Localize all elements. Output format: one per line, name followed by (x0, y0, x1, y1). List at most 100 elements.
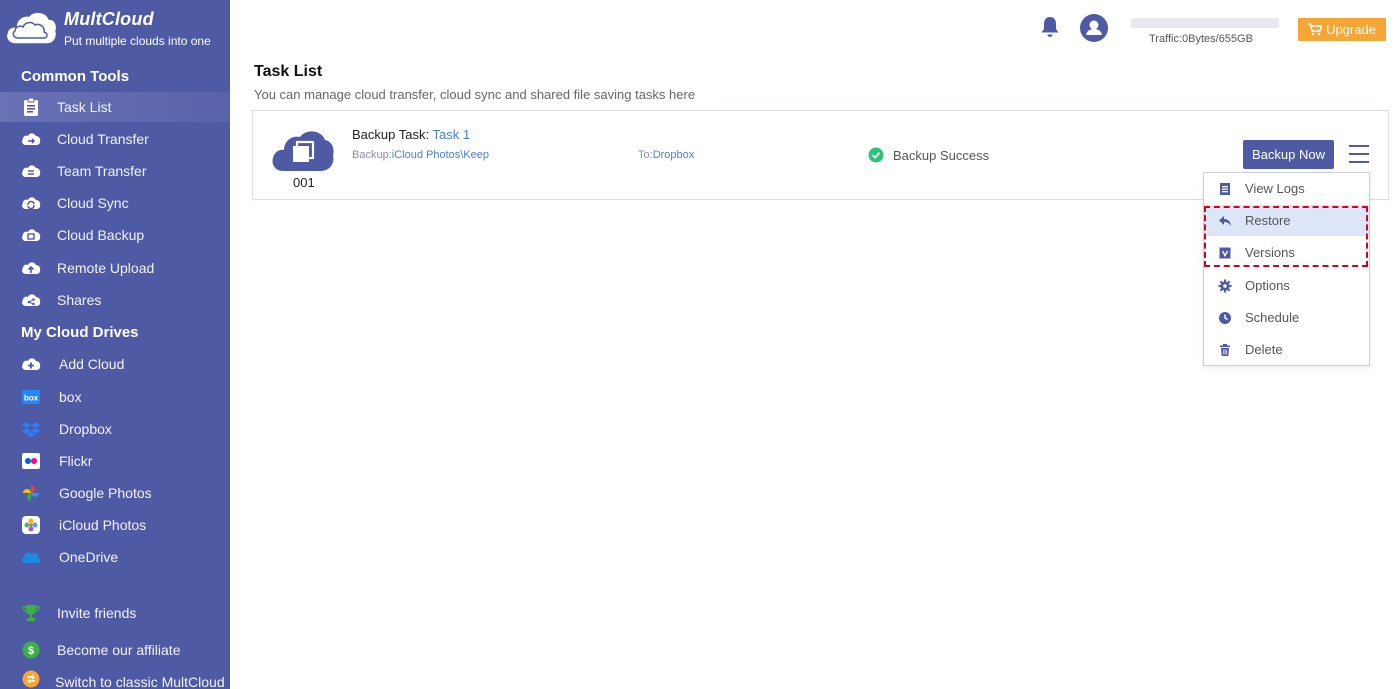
team-transfer-icon (21, 162, 41, 180)
trophy-icon (21, 604, 41, 622)
user-icon (1086, 20, 1102, 35)
dollar-coin-icon: $ (21, 641, 41, 659)
task-source-link[interactable]: iCloud Photos\Keep (392, 149, 489, 161)
task-actions-menu: View Logs Restore Versions Options Sched… (1203, 172, 1370, 366)
sidebar-item-label: Dropbox (59, 421, 112, 437)
flickr-logo-icon (21, 452, 41, 470)
versions-icon (1219, 247, 1231, 259)
bell-icon[interactable] (1040, 16, 1060, 38)
sidebar-item-label: Cloud Backup (57, 227, 145, 243)
reply-icon (1219, 216, 1231, 226)
sidebar: MultCloud Put multiple clouds into one C… (0, 0, 230, 689)
menu-item-versions[interactable]: Versions (1204, 237, 1369, 268)
backup-task-cloud-icon (272, 131, 334, 171)
task-dest-link[interactable]: Dropbox (653, 149, 695, 161)
backup-now-button[interactable]: Backup Now (1243, 140, 1334, 169)
sidebar-item-box[interactable]: box box (0, 382, 230, 412)
task-source: Backup:iCloud Photos\Keep (352, 149, 489, 161)
sidebar-item-flickr[interactable]: Flickr (0, 446, 230, 476)
menu-item-label: Schedule (1245, 310, 1300, 325)
brand[interactable]: MultCloud Put multiple clouds into one (0, 0, 230, 60)
sidebar-item-label: iCloud Photos (59, 517, 147, 533)
sidebar-item-label: OneDrive (59, 549, 119, 565)
sidebar-item-affiliate[interactable]: $ Become our affiliate (0, 635, 230, 665)
sidebar-item-label: Task List (57, 99, 112, 115)
menu-item-options[interactable]: Options (1204, 270, 1369, 301)
sidebar-item-cloud-transfer[interactable]: Cloud Transfer (0, 124, 230, 154)
sidebar-item-dropbox[interactable]: Dropbox (0, 414, 230, 444)
sidebar-item-shares[interactable]: Shares (0, 285, 230, 315)
menu-item-delete[interactable]: Delete (1204, 334, 1369, 365)
sidebar-item-label: Invite friends (57, 605, 137, 621)
svg-text:box: box (24, 394, 39, 403)
sidebar-item-onedrive[interactable]: OneDrive (0, 542, 230, 572)
task-number: 001 (293, 175, 315, 190)
menu-item-label: Versions (1245, 245, 1295, 260)
onedrive-logo-icon (21, 548, 41, 566)
gear-icon (1218, 279, 1232, 293)
icloud-photos-logo-icon (21, 516, 41, 534)
task-dest-prefix: To: (638, 149, 653, 161)
google-photos-logo-icon (21, 484, 41, 502)
task-status: Backup Success (868, 147, 989, 163)
sidebar-item-label: Remote Upload (57, 260, 155, 276)
menu-item-view-logs[interactable]: View Logs (1204, 173, 1369, 204)
sidebar-item-add-cloud[interactable]: Add Cloud (0, 349, 230, 379)
menu-item-label: Options (1245, 278, 1290, 293)
page-subtitle: You can manage cloud transfer, cloud syn… (254, 87, 696, 102)
traffic-text: Traffic:0Bytes/655GB (1149, 33, 1253, 45)
sidebar-item-label: box (59, 389, 82, 405)
clock-icon (1219, 312, 1231, 324)
sidebar-item-icloud-photos[interactable]: iCloud Photos (0, 510, 230, 540)
common-tools-title: Common Tools (21, 68, 130, 85)
trash-icon (1220, 344, 1230, 356)
sidebar-item-team-transfer[interactable]: Team Transfer (0, 156, 230, 186)
list-icon (1220, 183, 1230, 195)
menu-item-label: Restore (1245, 213, 1291, 228)
sidebar-item-label: Team Transfer (57, 163, 147, 179)
sidebar-item-remote-upload[interactable]: Remote Upload (0, 253, 230, 283)
cloud-sync-icon (21, 194, 41, 212)
menu-item-label: Delete (1245, 342, 1283, 357)
task-source-prefix: Backup: (352, 149, 392, 161)
task-name-link[interactable]: Task 1 (432, 127, 470, 142)
user-avatar[interactable] (1080, 14, 1108, 42)
box-logo-icon: box (21, 388, 41, 406)
sidebar-item-label: Become our affiliate (57, 642, 181, 658)
upgrade-label: Upgrade (1326, 22, 1376, 37)
clipboard-icon (21, 98, 41, 116)
add-cloud-icon (21, 355, 41, 373)
brand-tagline: Put multiple clouds into one (64, 34, 211, 48)
cart-icon (1308, 23, 1323, 36)
sidebar-item-switch-classic[interactable]: Switch to classic MultCloud (0, 666, 230, 689)
sidebar-item-label: Switch to classic MultCloud (55, 674, 225, 689)
task-status-label: Backup Success (893, 147, 990, 163)
multcloud-logo-icon (5, 11, 58, 45)
my-cloud-drives-title: My Cloud Drives (21, 324, 139, 341)
task-destination: To:Dropbox (638, 149, 694, 161)
sidebar-item-label: Google Photos (59, 485, 152, 501)
menu-item-schedule[interactable]: Schedule (1204, 302, 1369, 333)
sidebar-item-label: Add Cloud (59, 356, 125, 372)
sidebar-item-cloud-backup[interactable]: Cloud Backup (0, 220, 230, 250)
menu-item-restore[interactable]: Restore (1204, 205, 1369, 236)
sidebar-item-invite-friends[interactable]: Invite friends (0, 598, 230, 628)
sidebar-item-cloud-sync[interactable]: Cloud Sync (0, 188, 230, 218)
sidebar-item-label: Cloud Transfer (57, 131, 149, 147)
task-type-label: Backup Task: (352, 127, 430, 142)
sidebar-item-google-photos[interactable]: Google Photos (0, 478, 230, 508)
sidebar-item-label: Flickr (59, 453, 93, 469)
hamburger-menu-icon[interactable] (1348, 143, 1370, 165)
upgrade-button[interactable]: Upgrade (1298, 18, 1386, 41)
sidebar-item-task-list[interactable]: Task List (0, 92, 230, 122)
traffic-progress-bar (1131, 18, 1279, 28)
menu-item-label: View Logs (1245, 181, 1305, 196)
switch-icon (21, 670, 41, 688)
task-title: Backup Task: Task 1 (352, 127, 470, 142)
dropbox-logo-icon (21, 420, 41, 438)
sidebar-item-label: Shares (57, 292, 102, 308)
brand-name: MultCloud (64, 9, 154, 29)
page-title: Task List (254, 63, 323, 80)
sidebar-item-label: Cloud Sync (57, 195, 129, 211)
cloud-backup-icon (21, 226, 41, 244)
